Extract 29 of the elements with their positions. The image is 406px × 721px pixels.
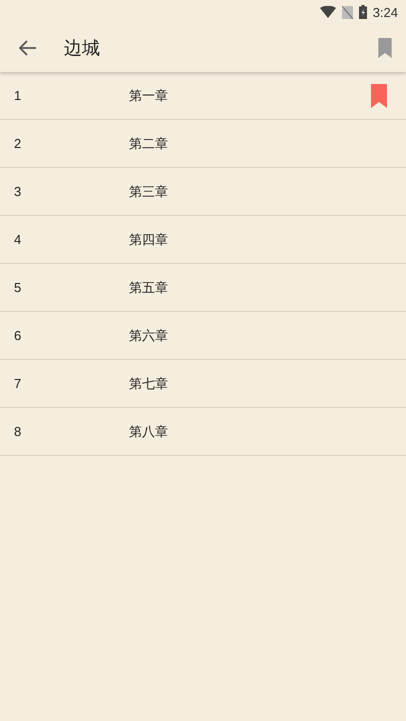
wifi-icon: [320, 6, 336, 18]
chapter-row[interactable]: 4 第四章: [0, 216, 406, 264]
chapter-title: 第三章: [129, 184, 169, 200]
chapter-title: 第八章: [129, 424, 169, 440]
chapter-row[interactable]: 8 第八章: [0, 408, 406, 456]
chapter-number: 5: [14, 280, 22, 295]
chapter-number: 3: [14, 184, 22, 199]
chapter-number: 6: [14, 328, 22, 343]
chapter-title: 第二章: [129, 136, 169, 152]
chapter-number: 2: [14, 136, 22, 151]
no-sim-icon: [342, 6, 353, 18]
chapter-title: 第四章: [129, 232, 169, 248]
chapter-row[interactable]: 5 第五章: [0, 264, 406, 312]
chapter-row[interactable]: 7 第七章: [0, 360, 406, 408]
chapter-number: 8: [14, 424, 22, 439]
clock-time: 3:24: [372, 4, 398, 20]
chapter-number: 7: [14, 376, 22, 391]
chapter-title: 第六章: [129, 328, 169, 344]
chapter-title: 第一章: [129, 88, 169, 104]
chapter-row[interactable]: 3 第三章: [0, 168, 406, 216]
book-title: 边城: [64, 37, 101, 60]
chapter-row[interactable]: 6 第六章: [0, 312, 406, 360]
chapter-number: 1: [14, 88, 22, 103]
battery-icon: [358, 5, 367, 19]
chapter-row[interactable]: 1 第一章: [0, 72, 406, 120]
chapter-row[interactable]: 2 第二章: [0, 120, 406, 168]
chapter-title: 第七章: [129, 376, 169, 392]
chapter-number: 4: [14, 232, 22, 247]
chapter-title: 第五章: [129, 280, 169, 296]
